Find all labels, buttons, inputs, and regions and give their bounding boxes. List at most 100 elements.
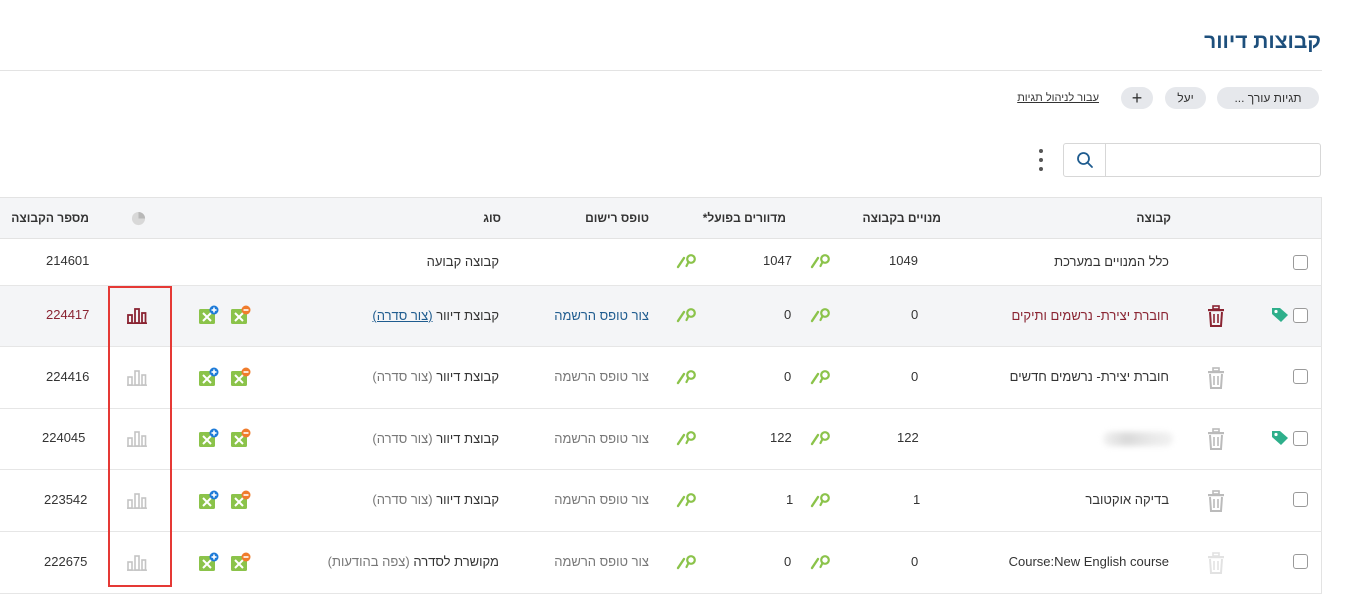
header-type: סוג xyxy=(483,211,501,225)
group-id: 224045 xyxy=(42,430,86,445)
table-row: חוברת יצירת- נרשמים חדשים 0 0 צור טופס ה… xyxy=(0,347,1322,409)
pencil-search-icon[interactable] xyxy=(676,492,700,508)
group-id: 224417 xyxy=(46,307,90,322)
create-series-link[interactable]: (צור סדרה) xyxy=(372,431,432,446)
group-name[interactable]: בדיקה אוקטובר xyxy=(1085,492,1169,507)
excel-import-icon[interactable] xyxy=(198,305,220,325)
excel-export-icon[interactable] xyxy=(230,305,252,325)
pencil-search-icon[interactable] xyxy=(676,369,700,385)
header-group-id[interactable]: מספר הקבוצה xyxy=(11,211,89,225)
header-members[interactable]: מנויים בקבוצה xyxy=(863,211,942,225)
row-checkbox[interactable] xyxy=(1293,554,1308,569)
excel-import-icon[interactable] xyxy=(198,552,220,572)
row-checkbox[interactable] xyxy=(1293,308,1308,323)
pencil-search-icon[interactable] xyxy=(810,554,834,570)
group-id: 222675 xyxy=(44,554,88,569)
view-messages-link[interactable]: (צפה בהודעות) xyxy=(328,554,410,569)
table-row: 122 122 צור טופס הרשמה קבוצת דיוור (צור … xyxy=(0,409,1322,470)
trash-icon[interactable] xyxy=(1206,367,1226,389)
group-type-label: קבוצת דיוור xyxy=(436,431,499,446)
group-type-label: מקושרת לסדרה xyxy=(413,554,499,569)
tag-icon[interactable] xyxy=(1271,429,1289,447)
bar-chart-icon[interactable] xyxy=(127,307,147,324)
excel-import-icon[interactable] xyxy=(198,428,220,448)
excel-export-icon[interactable] xyxy=(230,552,252,572)
table-row: כלל המנויים במערכת 1049 1047 קבוצה קבועה… xyxy=(0,239,1322,286)
trash-icon[interactable] xyxy=(1206,552,1226,574)
group-type: קבוצת דיוור (צור סדרה) xyxy=(372,492,499,507)
excel-import-icon[interactable] xyxy=(198,490,220,510)
trash-icon[interactable] xyxy=(1206,490,1226,512)
group-id: 223542 xyxy=(44,492,88,507)
bar-chart-icon[interactable] xyxy=(127,430,147,447)
table-row: Course:New English course 0 0 צור טופס ה… xyxy=(0,532,1322,594)
pencil-search-icon[interactable] xyxy=(676,554,700,570)
pencil-search-icon[interactable] xyxy=(810,430,834,446)
groups-table: קבוצה מנויים בקבוצה מדוורים בפועל* טופס … xyxy=(0,197,1322,594)
create-series-link[interactable]: (צור סדרה) xyxy=(372,369,432,384)
trash-icon[interactable] xyxy=(1206,305,1226,327)
kebab-menu-icon[interactable] xyxy=(1037,149,1045,171)
table-row: חוברת יצירת- נרשמים ותיקים 0 0 צור טופס … xyxy=(0,286,1322,347)
row-checkbox[interactable] xyxy=(1293,431,1308,446)
group-id: 224416 xyxy=(46,369,90,384)
table-header: קבוצה מנויים בקבוצה מדוורים בפועל* טופס … xyxy=(0,197,1322,239)
create-form-link[interactable]: צור טופס הרשמה xyxy=(554,554,649,569)
create-form-link[interactable]: צור טופס הרשמה xyxy=(554,308,649,323)
create-form-link[interactable]: צור טופס הרשמה xyxy=(554,492,649,507)
pie-chart-icon xyxy=(131,211,146,226)
bar-chart-icon[interactable] xyxy=(127,492,147,509)
pencil-search-icon[interactable] xyxy=(676,430,700,446)
page-title: קבוצות דיוור xyxy=(1204,30,1321,53)
pencil-search-icon[interactable] xyxy=(810,492,834,508)
excel-export-icon[interactable] xyxy=(230,428,252,448)
members-count: 1049 xyxy=(889,253,918,268)
group-name[interactable]: Course:New English course xyxy=(1009,554,1169,569)
group-name[interactable]: חוברת יצירת- נרשמים ותיקים xyxy=(1012,308,1170,323)
manage-tags-link[interactable]: עבור לניהול תגיות xyxy=(1017,92,1099,104)
mailed-count: 0 xyxy=(784,307,792,322)
trash-icon[interactable] xyxy=(1206,428,1226,450)
group-name: כלל המנויים במערכת xyxy=(1054,254,1169,269)
members-count: 1 xyxy=(913,492,921,507)
header-mailed[interactable]: מדוורים בפועל* xyxy=(703,211,786,225)
mailed-count: 0 xyxy=(784,554,792,569)
create-form-link[interactable]: צור טופס הרשמה xyxy=(554,431,649,446)
pencil-search-icon[interactable] xyxy=(676,307,700,323)
row-checkbox[interactable] xyxy=(1293,369,1308,384)
excel-export-icon[interactable] xyxy=(230,367,252,387)
excel-import-icon[interactable] xyxy=(198,367,220,387)
row-checkbox[interactable] xyxy=(1293,492,1308,507)
group-type: קבוצת דיוור (צור סדרה) xyxy=(372,308,499,323)
excel-export-icon[interactable] xyxy=(230,490,252,510)
pencil-search-icon[interactable] xyxy=(676,253,700,269)
mailed-count: 0 xyxy=(784,369,792,384)
pencil-search-icon[interactable] xyxy=(810,369,834,385)
group-type-label: קבוצת דיוור xyxy=(436,308,499,323)
row-checkbox[interactable] xyxy=(1293,255,1308,270)
blurred-group-name[interactable] xyxy=(1103,432,1173,446)
add-tag-button[interactable]: + xyxy=(1121,87,1153,109)
members-count: 122 xyxy=(897,430,919,445)
bar-chart-icon[interactable] xyxy=(127,369,147,386)
tag-icon[interactable] xyxy=(1271,306,1289,324)
create-series-link[interactable]: (צור סדרה) xyxy=(372,492,432,507)
tag-chip-editor[interactable]: תגיות עורך ... xyxy=(1217,87,1319,109)
search-button[interactable] xyxy=(1064,144,1106,176)
mailed-count: 1047 xyxy=(763,253,792,268)
bar-chart-icon[interactable] xyxy=(127,554,147,571)
group-type: קבוצת דיוור (צור סדרה) xyxy=(372,431,499,446)
mailed-count: 122 xyxy=(770,430,792,445)
members-count: 0 xyxy=(911,307,919,322)
members-count: 0 xyxy=(911,369,919,384)
create-form-link[interactable]: צור טופס הרשמה xyxy=(554,369,649,384)
group-type: קבוצת דיוור (צור סדרה) xyxy=(372,369,499,384)
members-count: 0 xyxy=(911,554,919,569)
tag-chip-yael[interactable]: יעל xyxy=(1165,87,1206,109)
create-series-link[interactable]: (צור סדרה) xyxy=(372,308,432,323)
mailed-count: 1 xyxy=(786,492,794,507)
pencil-search-icon[interactable] xyxy=(810,253,834,269)
pencil-search-icon[interactable] xyxy=(810,307,834,323)
group-name[interactable]: חוברת יצירת- נרשמים חדשים xyxy=(1010,369,1169,384)
search-input[interactable] xyxy=(1106,144,1320,176)
